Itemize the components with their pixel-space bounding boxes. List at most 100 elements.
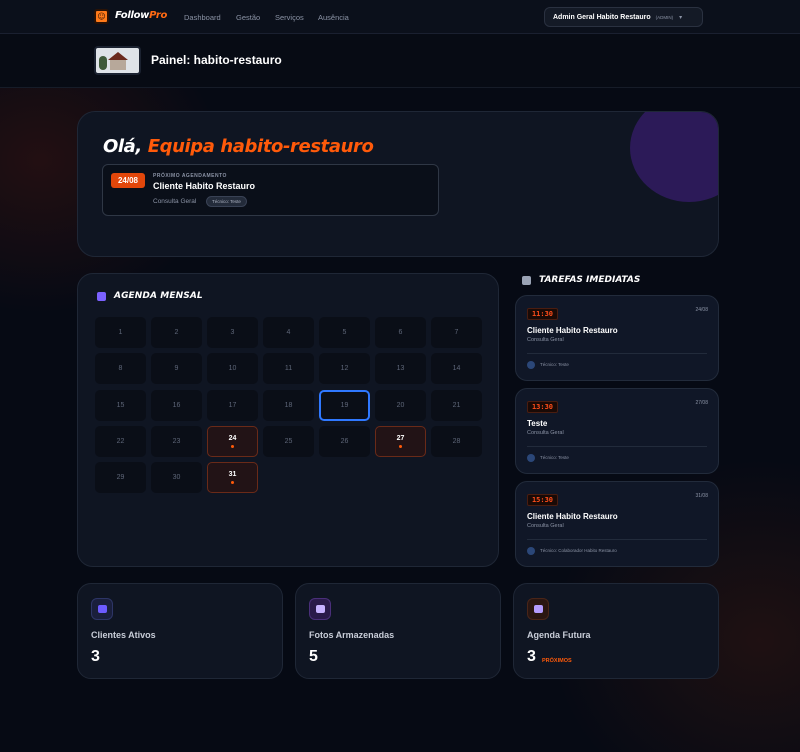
company-thumbnail	[94, 46, 141, 75]
user-name: Admin Geral Habito Restauro	[553, 13, 651, 21]
logo-icon[interactable]: ☺	[94, 9, 109, 24]
task-date: 31/08	[695, 493, 708, 499]
calendar-title: AGENDA MENSAL	[114, 291, 203, 301]
calendar-day[interactable]: 21	[431, 389, 482, 421]
task-time: 13:30	[527, 401, 558, 413]
calendar-day[interactable]: 7	[431, 317, 482, 348]
task-tech: Técnico: Teste	[540, 455, 569, 460]
calendar-day-number: 24	[228, 434, 237, 442]
nav-link-servicos[interactable]: Serviços	[275, 13, 304, 22]
task-date: 24/08	[695, 307, 708, 313]
calendar-day[interactable]: 5	[319, 317, 370, 348]
next-appointment-service: Consulta Geral	[153, 198, 197, 205]
calendar-day-number: 21	[452, 401, 461, 409]
calendar-day[interactable]: 18	[263, 389, 314, 421]
stat-extra-label: PRÓXIMOS	[542, 658, 572, 664]
calendar-day-number: 3	[230, 329, 235, 336]
camera-icon	[309, 598, 331, 620]
calendar-day[interactable]: 12	[319, 353, 370, 385]
calendar-day[interactable]: 6	[375, 317, 426, 348]
calendar-day[interactable]: 19	[319, 389, 370, 421]
task-service: Consulta Geral	[527, 337, 564, 343]
stat-label: Agenda Futura	[527, 630, 591, 640]
task-card[interactable]: 13:30 27/08 Teste Consulta Geral Técnico…	[515, 388, 719, 474]
next-appointment-date: 24/08	[111, 173, 145, 188]
decorative-blob	[630, 112, 718, 202]
next-appointment-client: Cliente Habito Restauro	[153, 181, 256, 191]
calendar-day[interactable]: 17	[207, 389, 258, 421]
calendar-day[interactable]: 20	[375, 389, 426, 421]
calendar-day-number: 17	[228, 401, 237, 409]
calendar-day[interactable]: 27	[375, 425, 426, 457]
task-card[interactable]: 11:30 24/08 Cliente Habito Restauro Cons…	[515, 295, 719, 381]
calendar-day[interactable]: 23	[151, 425, 202, 457]
next-appointment-tech-badge: Técnico: Teste	[206, 196, 247, 207]
calendar-day[interactable]: 1	[95, 317, 146, 348]
calendar-day-number: 31	[228, 471, 237, 479]
nav-link-ausencia[interactable]: Ausência	[318, 13, 349, 22]
calendar-day-number: 23	[172, 437, 181, 445]
calendar-day-number: 5	[342, 329, 347, 336]
calendar-day-number: 18	[284, 401, 293, 409]
appointment-dot-icon	[231, 444, 234, 448]
team-name: Equipa habito-restauro	[147, 136, 374, 157]
calendar-day-number: 26	[340, 437, 349, 445]
nav-link-gestao[interactable]: Gestão	[236, 13, 260, 22]
task-tech: Técnico: Teste	[540, 362, 569, 367]
calendar-day-number: 6	[398, 329, 403, 336]
calendar-day[interactable]: 28	[431, 425, 482, 457]
calendar-day-number: 13	[396, 365, 405, 373]
task-time: 15:30	[527, 494, 558, 506]
calendar-day[interactable]: 29	[95, 462, 146, 494]
calendar-day[interactable]: 16	[151, 389, 202, 421]
top-nav: ☺ FollowPro Dashboard Gestão Serviços Au…	[0, 0, 800, 34]
user-role: (ADMIN)	[655, 14, 674, 20]
calendar-day[interactable]: 26	[319, 425, 370, 457]
calendar-day[interactable]: 14	[431, 353, 482, 385]
calendar-day[interactable]: 31	[207, 462, 258, 494]
calendar-day-number: 22	[116, 437, 125, 445]
user-icon	[527, 547, 535, 555]
calendar-day[interactable]: 15	[95, 389, 146, 421]
calendar-day[interactable]: 25	[263, 425, 314, 457]
task-service: Consulta Geral	[527, 523, 564, 529]
divider	[527, 446, 707, 447]
tasks-title: TAREFAS IMEDIATAS	[539, 275, 641, 285]
task-client: Cliente Habito Restauro	[527, 512, 618, 521]
calendar-day[interactable]: 9	[151, 353, 202, 385]
calendar-day[interactable]: 8	[95, 353, 146, 385]
logo-text[interactable]: FollowPro	[115, 10, 167, 21]
welcome-card: Olá, Equipa habito-restauro 24/08 PRÓXIM…	[77, 111, 719, 257]
calendar-day[interactable]: 22	[95, 425, 146, 457]
chevron-down-icon: ▾	[679, 13, 683, 21]
calendar-day-number: 16	[172, 401, 181, 409]
stat-card-clients[interactable]: Clientes Ativos 3	[77, 583, 283, 679]
calendar-day[interactable]: 11	[263, 353, 314, 385]
nav-link-dashboard[interactable]: Dashboard	[184, 13, 221, 22]
calendar-day[interactable]: 24	[207, 425, 258, 457]
calendar-day[interactable]: 30	[151, 462, 202, 494]
calendar-day[interactable]: 13	[375, 353, 426, 385]
calendar-day-number: 2	[174, 329, 179, 336]
next-appointment-card[interactable]: 24/08 PRÓXIMO AGENDAMENTO Cliente Habito…	[102, 164, 439, 216]
calendar-icon	[527, 598, 549, 620]
calendar-day-number: 8	[118, 365, 123, 373]
task-card[interactable]: 15:30 31/08 Cliente Habito Restauro Cons…	[515, 481, 719, 567]
stat-card-photos[interactable]: Fotos Armazenadas 5	[295, 583, 501, 679]
calendar-day-number: 27	[396, 434, 405, 442]
greeting: Olá, Equipa habito-restauro	[103, 136, 374, 157]
stat-card-future-agenda[interactable]: Agenda Futura 3 PRÓXIMOS	[513, 583, 719, 679]
calendar-day[interactable]: 3	[207, 317, 258, 348]
calendar-day[interactable]: 2	[151, 317, 202, 348]
calendar-day[interactable]: 10	[207, 353, 258, 385]
stat-label: Clientes Ativos	[91, 630, 156, 640]
task-service: Consulta Geral	[527, 430, 564, 436]
user-menu-button[interactable]: Admin Geral Habito Restauro (ADMIN) ▾	[544, 7, 703, 27]
stat-value: 3	[527, 648, 536, 665]
task-client: Cliente Habito Restauro	[527, 326, 618, 335]
calendar-day[interactable]: 4	[263, 317, 314, 348]
next-appointment-label: PRÓXIMO AGENDAMENTO	[153, 173, 227, 179]
monthly-calendar-card: AGENDA MENSAL 1 2 3 4 5 6 7 8 9 10 11 12 13 14 15 16 17 1…	[77, 273, 499, 567]
calendar-day-number: 1	[118, 329, 123, 336]
users-icon	[91, 598, 113, 620]
